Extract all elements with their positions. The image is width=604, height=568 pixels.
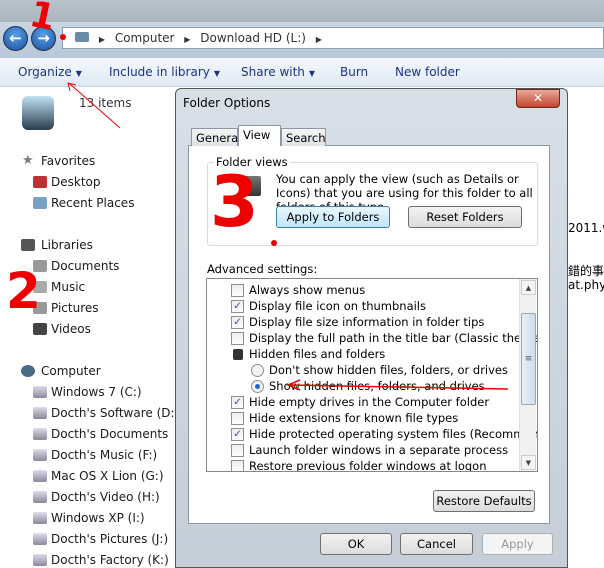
annotation-dot [60,34,66,40]
annotation-dot [271,240,277,246]
annotation-arrows [60,34,509,391]
arrow-head-icon [67,82,77,92]
tab-view[interactable]: View [238,125,281,146]
arrow-to-show-hidden [289,384,509,390]
arrow-to-organize [69,83,121,129]
